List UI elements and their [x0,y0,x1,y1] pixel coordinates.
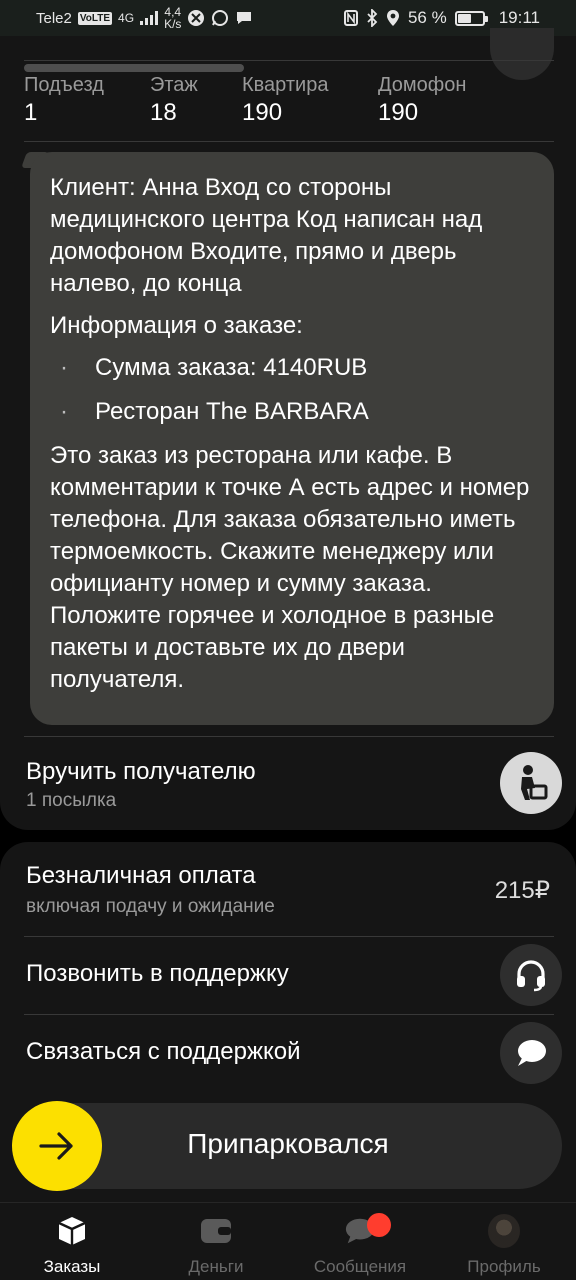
parked-slider-handle[interactable] [12,1101,102,1191]
divider [24,936,554,937]
top-action-button[interactable] [490,28,554,80]
parked-slider-label: Припарковался [187,1128,389,1159]
whatsapp-icon [212,10,229,26]
intercom-field: Домофон 190 [378,74,467,126]
network-type: 4G [118,11,135,25]
call-support-label[interactable]: Позвонить в поддержку [26,960,289,988]
nav-item-money[interactable]: Деньги [144,1203,288,1280]
client-comment-bubble: Клиент: Анна Вход со стороны медицинског… [30,152,554,725]
entrance-field: Подъезд 1 [24,74,104,126]
blocked-notification-icon [188,10,205,26]
speed-unit: K/s [164,17,182,31]
order-info-header: Информация о заказе: [50,312,303,339]
chat-support-label[interactable]: Связаться с поддержкой [26,1038,301,1066]
chat-support-button[interactable] [500,1022,562,1084]
order-price: 215₽ [494,877,550,904]
payment-note: включая подачу и ожидание [26,896,275,917]
nav-label-messages: Сообщения [313,1257,407,1276]
handover-button[interactable] [500,752,562,814]
divider [24,736,554,737]
nav-label-profile: Профиль [467,1257,541,1276]
apartment-field: Квартира 190 [242,74,329,126]
location-icon [386,10,399,26]
unread-badge [367,1213,391,1237]
handover-title: Вручить получателю [26,758,256,785]
clock: 19:11 [498,8,540,27]
delivery-instructions: Это заказ из ресторана или кафе. В комме… [50,442,530,693]
address-line-partial [24,64,244,72]
battery-percent: 56 % [407,8,447,27]
call-support-button[interactable] [500,944,562,1006]
signal-icon [140,11,159,25]
box-icon [58,1217,86,1245]
message-notification-icon [237,12,252,24]
wallet-icon [201,1219,231,1243]
battery-icon [454,10,488,26]
chat-bubble-icon [518,1040,546,1066]
divider [24,60,554,61]
nfc-icon [343,10,358,26]
nav-label-orders: Заказы [43,1257,101,1276]
divider [24,141,554,142]
payment-method: Безналичная оплата [26,862,256,889]
person-parcel-icon [521,765,548,800]
parcel-count: 1 посылка [26,790,117,811]
order-info-list: Сумма заказа: 4140RUB Ресторан The BARBA… [50,352,534,428]
carrier-name: Tele2 [36,9,72,27]
nav-label-money: Деньги [188,1257,244,1276]
list-item: Сумма заказа: 4140RUB [50,352,534,384]
order-details-card: Подъезд 1 Этаж 18 Квартира 190 Домофон 1… [0,28,576,830]
address-details: Подъезд 1 Этаж 18 Квартира 190 Домофон 1… [24,72,466,128]
avatar [488,1214,520,1248]
nav-item-orders[interactable]: Заказы [0,1203,144,1280]
bottom-nav: Заказы Деньги Сообщения Профиль [0,1202,576,1280]
client-note: Клиент: Анна Вход со стороны медицинског… [50,174,483,297]
headset-icon [517,960,545,992]
nav-item-profile[interactable]: Профиль [432,1203,576,1280]
nav-item-messages[interactable]: Сообщения [288,1203,432,1280]
list-item: Ресторан The BARBARA [50,396,534,428]
floor-field: Этаж 18 [150,74,198,126]
divider [24,1014,554,1015]
arrow-right-icon [39,1132,73,1160]
bluetooth-icon [367,9,378,27]
volte-badge: VoLTE [77,11,113,25]
